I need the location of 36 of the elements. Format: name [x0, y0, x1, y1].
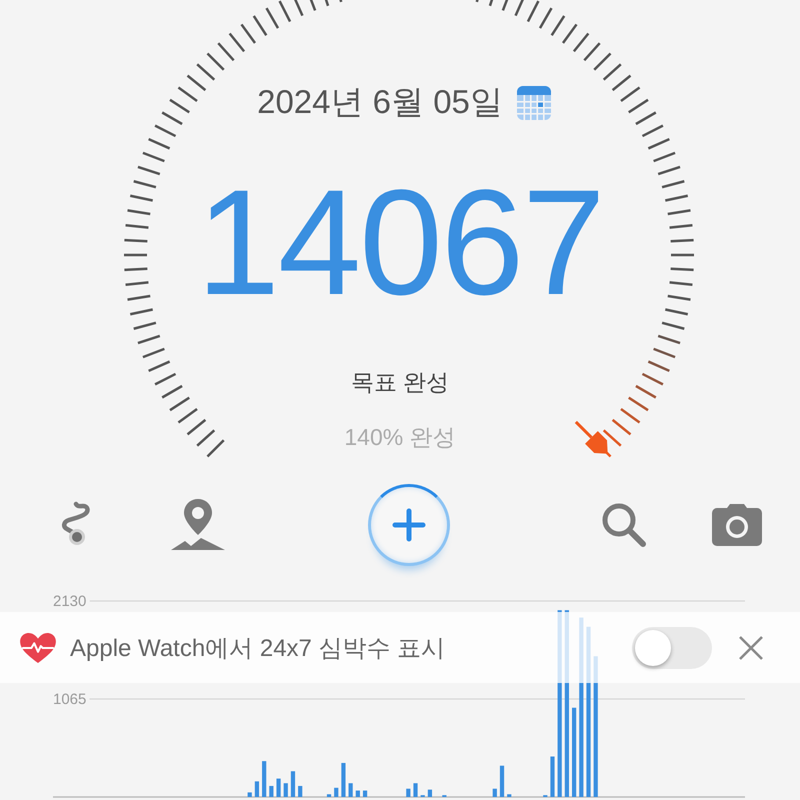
- search-icon[interactable]: [600, 501, 648, 549]
- step-bar: [290, 771, 296, 797]
- step-bar: [492, 788, 497, 797]
- progress-text: 140% 완성: [344, 423, 456, 452]
- step-bar: [550, 756, 555, 797]
- goal-status: 목표 완성: [350, 368, 450, 397]
- map-pin-icon[interactable]: [169, 497, 227, 553]
- step-bar: [254, 781, 260, 797]
- step-bar: [341, 762, 346, 797]
- step-count: 14067: [196, 167, 604, 317]
- calendar-icon[interactable]: [516, 86, 551, 120]
- step-bar: [413, 783, 418, 797]
- date-label: 2024년 6월 05일: [257, 82, 503, 122]
- step-bar: [298, 786, 302, 797]
- camera-icon[interactable]: [712, 504, 762, 546]
- step-bar: [406, 788, 410, 797]
- step-bar: [284, 783, 288, 797]
- step-bar: [269, 786, 274, 797]
- step-bar: [500, 766, 504, 797]
- step-bar: [262, 761, 266, 797]
- axis-label: 1065: [53, 691, 86, 708]
- step-bar: [334, 788, 338, 797]
- step-bar: [428, 790, 432, 797]
- step-bar: [362, 790, 368, 797]
- close-icon[interactable]: [738, 634, 764, 660]
- gauge-marker: [574, 420, 608, 454]
- step-bar: [507, 794, 512, 797]
- step-bar: [326, 794, 332, 797]
- step-bar: [248, 792, 252, 797]
- heart-icon: [19, 632, 57, 664]
- toggle-switch[interactable]: [632, 626, 712, 668]
- axis-label: 2130: [53, 593, 86, 610]
- step-bar: [348, 783, 353, 797]
- banner-text: Apple Watch에서 24x7 심박수 표시: [70, 634, 446, 664]
- step-bar: [356, 790, 360, 797]
- step-bar: [276, 778, 281, 797]
